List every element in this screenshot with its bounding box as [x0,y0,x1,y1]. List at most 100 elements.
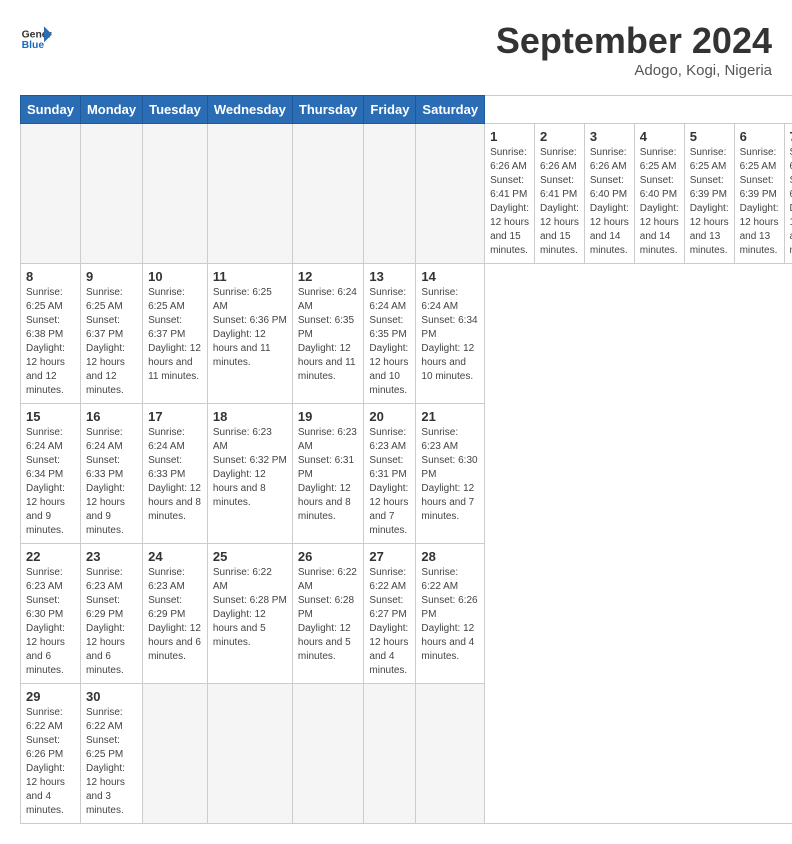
day-number: 18 [213,409,287,424]
day-cell: 6Sunrise: 6:25 AMSunset: 6:39 PMDaylight… [734,124,784,264]
day-cell: 15 Sunrise: 6:24 AMSunset: 6:34 PMDayligh… [21,404,81,544]
week-row-3: 22 Sunrise: 6:23 AMSunset: 6:30 PMDayligh… [21,544,792,684]
day-cell: 14 Sunrise: 6:24 AMSunset: 6:34 PMDayligh… [416,264,485,404]
day-cell: 10 Sunrise: 6:25 AMSunset: 6:37 PMDayligh… [143,264,208,404]
day-info: Sunrise: 6:26 AMSunset: 6:40 PMDaylight:… [590,146,629,258]
day-info: Sunrise: 6:25 AMSunset: 6:37 PMDaylight:… [86,286,137,398]
day-number: 19 [298,409,359,424]
day-cell: 16 Sunrise: 6:24 AMSunset: 6:33 PMDayligh… [80,404,142,544]
day-number: 28 [421,549,479,564]
day-number: 17 [148,409,202,424]
week-row-4: 29 Sunrise: 6:22 AMSunset: 6:26 PMDayligh… [21,684,792,824]
day-number: 21 [421,409,479,424]
day-cell [207,684,292,824]
weekday-header-monday: Monday [80,96,142,124]
weekday-header-thursday: Thursday [292,96,364,124]
day-info: Sunrise: 6:24 AMSunset: 6:35 PMDaylight:… [298,286,359,384]
day-number: 3 [590,129,629,144]
day-number: 22 [26,549,75,564]
day-number: 4 [640,129,679,144]
day-cell [21,124,81,264]
day-number: 24 [148,549,202,564]
day-cell [80,124,142,264]
weekday-header-friday: Friday [364,96,416,124]
day-info: Sunrise: 6:25 AMSunset: 6:40 PMDaylight:… [640,146,679,258]
day-info: Sunrise: 6:22 AMSunset: 6:28 PMDaylight:… [213,566,287,650]
weekday-header-sunday: Sunday [21,96,81,124]
day-cell: 13 Sunrise: 6:24 AMSunset: 6:35 PMDayligh… [364,264,416,404]
day-cell: 11Sunrise: 6:25 AMSunset: 6:36 PMDayligh… [207,264,292,404]
day-number: 5 [690,129,729,144]
day-info: Sunrise: 6:24 AMSunset: 6:35 PMDaylight:… [369,286,410,398]
day-info: Sunrise: 6:24 AMSunset: 6:34 PMDaylight:… [26,426,75,538]
day-cell [143,684,208,824]
day-info: Sunrise: 6:24 AMSunset: 6:34 PMDaylight:… [421,286,479,384]
day-cell: 19 Sunrise: 6:23 AMSunset: 6:31 PMDayligh… [292,404,364,544]
day-info: Sunrise: 6:23 AMSunset: 6:30 PMDaylight:… [26,566,75,678]
day-cell [292,684,364,824]
day-number: 10 [148,269,202,284]
day-number: 15 [26,409,75,424]
day-info: Sunrise: 6:24 AMSunset: 6:33 PMDaylight:… [148,426,202,524]
svg-text:Blue: Blue [22,40,45,51]
day-info: Sunrise: 6:22 AMSunset: 6:26 PMDaylight:… [26,706,75,818]
day-info: Sunrise: 6:24 AMSunset: 6:33 PMDaylight:… [86,426,137,538]
day-number: 27 [369,549,410,564]
day-cell: 7Sunrise: 6:25 AMSunset: 6:38 PMDaylight… [784,124,792,264]
day-info: Sunrise: 6:25 AMSunset: 6:39 PMDaylight:… [690,146,729,258]
day-info: Sunrise: 6:25 AMSunset: 6:38 PMDaylight:… [26,286,75,398]
day-number: 30 [86,689,137,704]
day-number: 29 [26,689,75,704]
day-cell: 21Sunrise: 6:23 AMSunset: 6:30 PMDayligh… [416,404,485,544]
day-info: Sunrise: 6:26 AMSunset: 6:41 PMDaylight:… [490,146,529,258]
day-cell: 29 Sunrise: 6:22 AMSunset: 6:26 PMDayligh… [21,684,81,824]
day-number: 9 [86,269,137,284]
day-info: Sunrise: 6:23 AMSunset: 6:31 PMDaylight:… [298,426,359,524]
day-cell: 1 Sunrise: 6:26 AMSunset: 6:41 PMDaylight… [485,124,535,264]
location: Adogo, Kogi, Nigeria [496,62,772,79]
day-cell: 30 Sunrise: 6:22 AMSunset: 6:25 PMDayligh… [80,684,142,824]
day-info: Sunrise: 6:25 AMSunset: 6:39 PMDaylight:… [740,146,779,258]
day-cell: 2 Sunrise: 6:26 AMSunset: 6:41 PMDaylight… [534,124,584,264]
day-cell: 5 Sunrise: 6:25 AMSunset: 6:39 PMDaylight… [684,124,734,264]
day-number: 12 [298,269,359,284]
day-info: Sunrise: 6:23 AMSunset: 6:29 PMDaylight:… [148,566,202,664]
day-info: Sunrise: 6:26 AMSunset: 6:41 PMDaylight:… [540,146,579,258]
day-number: 20 [369,409,410,424]
day-info: Sunrise: 6:22 AMSunset: 6:25 PMDaylight:… [86,706,137,818]
day-number: 25 [213,549,287,564]
day-cell: 27Sunrise: 6:22 AMSunset: 6:27 PMDayligh… [364,544,416,684]
day-cell: 25 Sunrise: 6:22 AMSunset: 6:28 PMDayligh… [207,544,292,684]
page-header: General Blue September 2024 Adogo, Kogi,… [20,20,772,79]
day-cell [364,124,416,264]
day-number: 1 [490,129,529,144]
week-row-1: 8Sunrise: 6:25 AMSunset: 6:38 PMDaylight… [21,264,792,404]
day-cell: 17 Sunrise: 6:24 AMSunset: 6:33 PMDayligh… [143,404,208,544]
day-number: 26 [298,549,359,564]
day-cell [364,684,416,824]
day-cell [207,124,292,264]
day-cell: 18 Sunrise: 6:23 AMSunset: 6:32 PMDayligh… [207,404,292,544]
weekday-header-row: SundayMondayTuesdayWednesdayThursdayFrid… [21,96,792,124]
day-info: Sunrise: 6:22 AMSunset: 6:28 PMDaylight:… [298,566,359,664]
day-cell: 12 Sunrise: 6:24 AMSunset: 6:35 PMDayligh… [292,264,364,404]
day-cell [143,124,208,264]
weekday-header-saturday: Saturday [416,96,485,124]
weekday-header-tuesday: Tuesday [143,96,208,124]
day-number: 2 [540,129,579,144]
day-info: Sunrise: 6:25 AMSunset: 6:37 PMDaylight:… [148,286,202,384]
day-number: 14 [421,269,479,284]
day-cell: 8Sunrise: 6:25 AMSunset: 6:38 PMDaylight… [21,264,81,404]
day-number: 13 [369,269,410,284]
day-cell: 3 Sunrise: 6:26 AMSunset: 6:40 PMDaylight… [584,124,634,264]
day-number: 23 [86,549,137,564]
day-info: Sunrise: 6:25 AMSunset: 6:36 PMDaylight:… [213,286,287,370]
day-info: Sunrise: 6:23 AMSunset: 6:32 PMDaylight:… [213,426,287,510]
week-row-0: 1 Sunrise: 6:26 AMSunset: 6:41 PMDaylight… [21,124,792,264]
day-info: Sunrise: 6:22 AMSunset: 6:26 PMDaylight:… [421,566,479,664]
week-row-2: 15 Sunrise: 6:24 AMSunset: 6:34 PMDayligh… [21,404,792,544]
day-cell: 23Sunrise: 6:23 AMSunset: 6:29 PMDayligh… [80,544,142,684]
day-cell [416,684,485,824]
day-cell: 4 Sunrise: 6:25 AMSunset: 6:40 PMDaylight… [634,124,684,264]
day-number: 16 [86,409,137,424]
